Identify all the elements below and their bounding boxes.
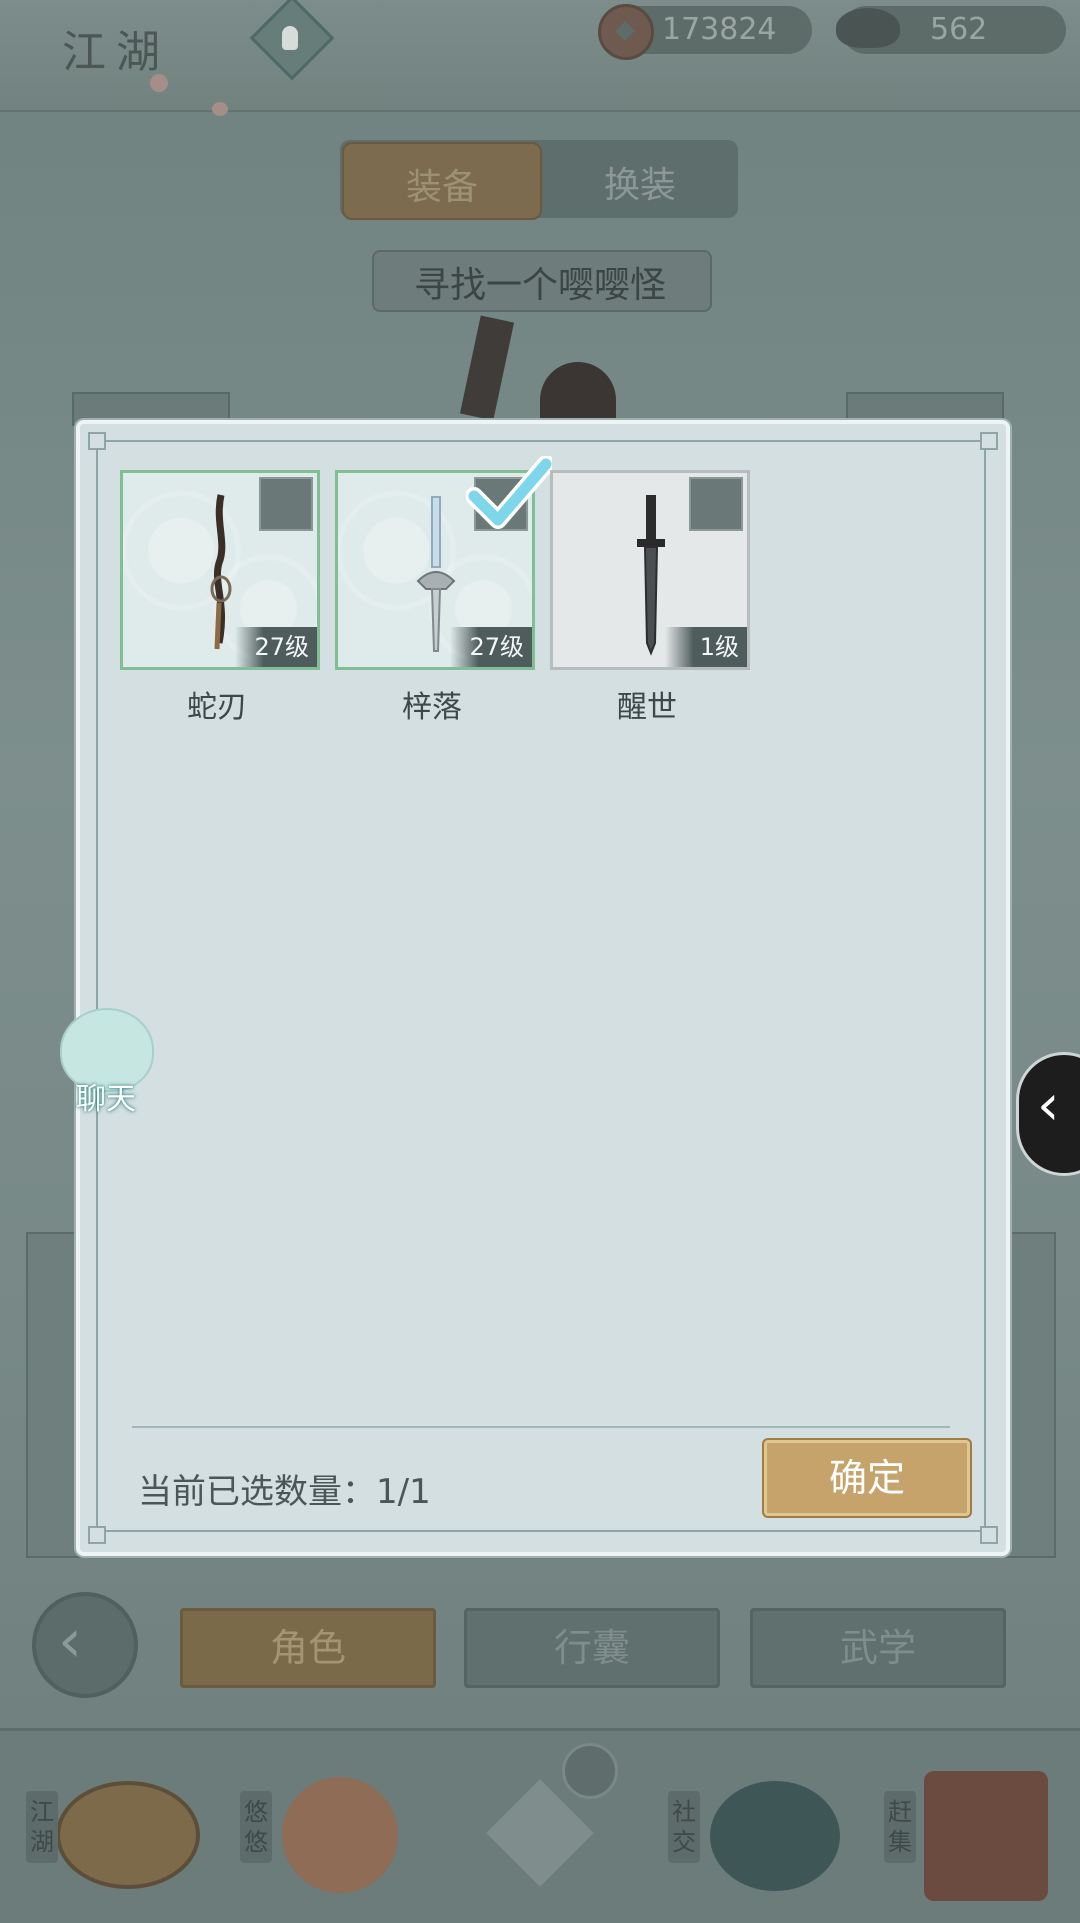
dock-social[interactable]: 社交 bbox=[664, 1761, 854, 1911]
nav-role-label: 角色 bbox=[269, 1626, 346, 1670]
silver-ingot-icon bbox=[836, 8, 900, 48]
confirm-label: 确定 bbox=[828, 1456, 905, 1500]
dock-jianghu-label: 江湖 bbox=[26, 1791, 58, 1863]
item-level-badge: 1级 bbox=[665, 627, 747, 667]
top-bar: 江湖 173824 562 bbox=[0, 0, 1080, 116]
frame-corner bbox=[980, 432, 998, 450]
crane-sun-icon bbox=[282, 1777, 398, 1893]
frame-corner bbox=[88, 432, 106, 450]
figure-icon bbox=[282, 26, 298, 50]
side-panel-toggle[interactable]: ‹ bbox=[1016, 1052, 1080, 1176]
chevron-left-icon: ‹ bbox=[58, 1606, 82, 1676]
item-checkbox[interactable] bbox=[689, 477, 743, 531]
tab-outfit[interactable]: 换装 bbox=[540, 142, 736, 216]
alert-icon bbox=[562, 1743, 618, 1799]
confirm-button[interactable]: 确定 bbox=[764, 1440, 970, 1516]
copper-amount: 173824 bbox=[662, 12, 777, 47]
item-level-badge: 27级 bbox=[450, 627, 532, 667]
equipment-select-dialog: 27级 蛇刃 27级 梓落 1级 醒世 当前已选数量：1/1 确定 bbox=[76, 420, 1010, 1556]
item-name: 梓落 bbox=[402, 690, 462, 725]
item-checkbox[interactable] bbox=[259, 477, 313, 531]
item-level-badge: 27级 bbox=[235, 627, 317, 667]
nav-skills-button[interactable]: 武学 bbox=[750, 1608, 1006, 1688]
wave-bowl-icon bbox=[710, 1781, 840, 1891]
blossom-icon bbox=[212, 102, 228, 116]
dock-market[interactable]: 赶集 bbox=[880, 1761, 1070, 1911]
straw-hat-icon bbox=[56, 1781, 200, 1889]
copper-coin-icon bbox=[598, 4, 654, 60]
selected-count: 当前已选数量：1/1 bbox=[138, 1472, 431, 1512]
silver-amount: 562 bbox=[930, 12, 988, 47]
blossom-icon bbox=[150, 74, 168, 92]
equipment-item-xingshi[interactable]: 1级 bbox=[550, 470, 750, 670]
dock-youyou-label: 悠悠 bbox=[240, 1791, 272, 1863]
divider bbox=[132, 1426, 950, 1428]
tab-equip[interactable]: 装备 bbox=[342, 142, 542, 220]
market-basket-icon bbox=[924, 1771, 1048, 1901]
brand-title: 江湖 bbox=[62, 27, 170, 78]
tab-outfit-label: 换装 bbox=[604, 165, 677, 206]
quest-text: 寻找一个嘤嘤怪 bbox=[413, 265, 666, 306]
dock-social-label: 社交 bbox=[668, 1791, 700, 1863]
frame-corner bbox=[980, 1526, 998, 1544]
nav-role-button[interactable]: 角色 bbox=[180, 1608, 436, 1688]
chat-label: 聊天 bbox=[76, 1082, 136, 1117]
frame-corner bbox=[88, 1526, 106, 1544]
item-name: 醒世 bbox=[617, 690, 677, 725]
back-button[interactable]: ‹ bbox=[32, 1592, 138, 1698]
dock-jianghu[interactable]: 江湖 bbox=[20, 1761, 210, 1911]
dock-youyou[interactable]: 悠悠 bbox=[236, 1761, 416, 1911]
dock-center[interactable] bbox=[470, 1743, 618, 1911]
item-name: 蛇刃 bbox=[187, 690, 247, 725]
equipment-item-shereng[interactable]: 27级 bbox=[120, 470, 320, 670]
nav-skills-label: 武学 bbox=[839, 1626, 916, 1670]
dock-market-label: 赶集 bbox=[884, 1791, 916, 1863]
checkmark-icon bbox=[466, 456, 552, 529]
tab-equip-label: 装备 bbox=[406, 167, 479, 208]
chevron-left-icon: ‹ bbox=[1037, 1073, 1060, 1138]
nav-bag-label: 行囊 bbox=[553, 1626, 630, 1670]
chat-button[interactable]: 聊天 bbox=[46, 1008, 154, 1117]
nav-bag-button[interactable]: 行囊 bbox=[464, 1608, 720, 1688]
dock-bar: 江湖 悠悠 社交 赶集 bbox=[0, 1728, 1080, 1923]
